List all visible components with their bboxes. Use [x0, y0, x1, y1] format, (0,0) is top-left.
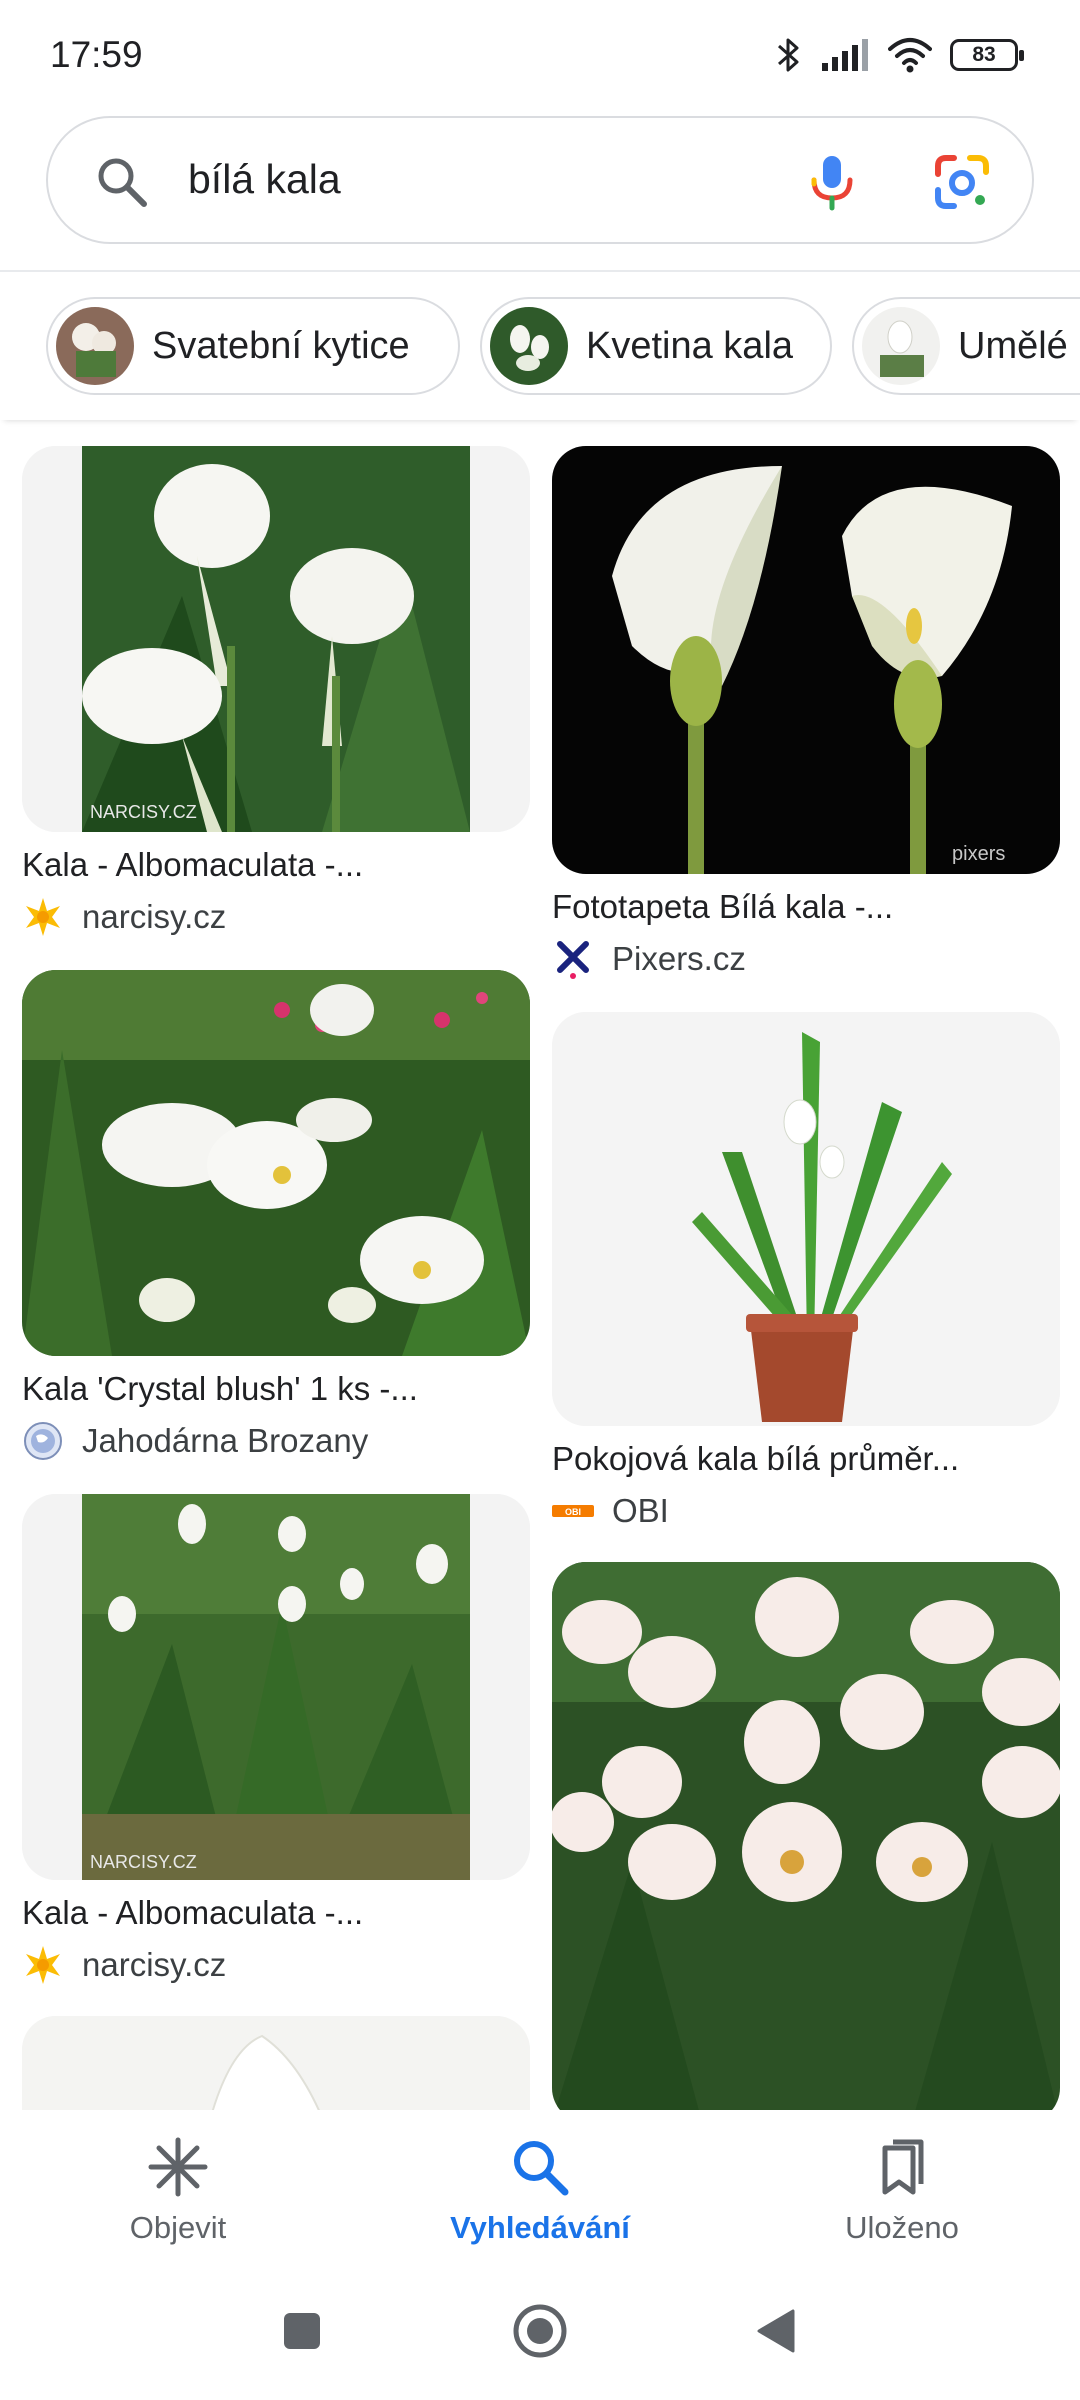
- result-image[interactable]: [552, 1562, 1060, 2110]
- discover-asterisk-icon: [148, 2137, 208, 2197]
- search-icon: [514, 2141, 569, 2196]
- bluetooth-icon: [778, 38, 799, 72]
- obi-favicon-icon: OBI: [552, 1490, 594, 1532]
- result-image[interactable]: NARCISY.CZ: [22, 446, 530, 832]
- related-searches-chips: Svatební kytice Kvetina kala Umělé l: [0, 290, 1080, 420]
- result-source-name: Jahodárna Brozany: [82, 1422, 369, 1459]
- result-image[interactable]: [22, 970, 530, 1356]
- globe-favicon-icon: [22, 1420, 64, 1462]
- result-image[interactable]: [552, 1012, 1060, 1426]
- google-lens-icon[interactable]: [930, 150, 994, 214]
- result-source[interactable]: Pixers.cz: [552, 938, 1060, 980]
- image-results-grid: NARCISY.CZ Kala - Albomaculata -... narc…: [0, 430, 1080, 2110]
- nav-label: Uloženo: [845, 2210, 959, 2245]
- watermark-text: pixers: [952, 843, 1005, 865]
- search-bar[interactable]: bílá kala: [46, 116, 1034, 244]
- status-icons: 83: [776, 30, 1024, 80]
- result-source[interactable]: narcisy.cz: [22, 1944, 530, 1986]
- result-source[interactable]: Jahodárna Brozany: [22, 1420, 530, 1462]
- search-icon[interactable]: [94, 154, 150, 210]
- chip-kvetina-kala[interactable]: Kvetina kala: [480, 297, 832, 395]
- chip-thumbnail: [862, 307, 940, 385]
- result-card[interactable]: pixers Fototapeta Bílá kala -... Pixers.…: [552, 446, 1060, 980]
- result-source-name: narcisy.cz: [82, 1946, 227, 1983]
- bottom-navigation: Objevit Vyhledávání Uloženo: [0, 2112, 1080, 2270]
- result-title[interactable]: Fototapeta Bílá kala -...: [552, 888, 1060, 926]
- result-card[interactable]: [22, 2016, 530, 2110]
- nav-ulozeno[interactable]: Uloženo: [752, 2134, 1052, 2246]
- battery-level: 83: [972, 43, 996, 66]
- result-card[interactable]: NARCISY.CZ Kala - Albomaculata -... narc…: [22, 446, 530, 938]
- signal-icon: [822, 39, 868, 71]
- saved-bookmarks-icon: [882, 2139, 924, 2195]
- chip-thumbnail: [56, 307, 134, 385]
- nav-label: Objevit: [129, 2210, 227, 2245]
- result-image[interactable]: [22, 2016, 530, 2110]
- home-button[interactable]: [505, 2296, 575, 2366]
- system-navigation-bar: [0, 2270, 1080, 2400]
- chip-label: Umělé l: [958, 324, 1080, 367]
- chip-label: Svatební kytice: [152, 324, 410, 367]
- result-image[interactable]: pixers: [552, 446, 1060, 874]
- result-card[interactable]: Kala 'Crystal blush' 1 ks -... Jahodárna…: [22, 970, 530, 1462]
- result-source-name: Pixers.cz: [612, 940, 746, 977]
- home-circle-icon: [513, 2304, 567, 2358]
- result-source[interactable]: OBI OBI: [552, 1490, 1060, 1532]
- chip-umele[interactable]: Umělé l: [852, 297, 1080, 395]
- status-time: 17:59: [50, 34, 143, 75]
- obi-logo-text: OBI: [565, 1507, 581, 1517]
- chip-svatebni-kytice[interactable]: Svatební kytice: [46, 297, 460, 395]
- narcisy-favicon-icon: [22, 1944, 64, 1986]
- result-title[interactable]: Pokojová kala bílá průměr...: [552, 1440, 1060, 1478]
- nav-objevit[interactable]: Objevit: [28, 2134, 328, 2246]
- chip-thumbnail: [490, 307, 568, 385]
- wifi-icon: [888, 38, 932, 73]
- result-card[interactable]: Pokojová kala bílá průměr... OBI OBI: [552, 1012, 1060, 1532]
- watermark-text: NARCISY.CZ: [90, 1852, 197, 1872]
- watermark-text: NARCISY.CZ: [90, 802, 197, 822]
- pixers-favicon-icon: [552, 938, 594, 980]
- result-card[interactable]: [552, 1562, 1060, 2110]
- nav-label: Vyhledávání: [450, 2210, 630, 2245]
- back-button[interactable]: [740, 2296, 810, 2366]
- result-title[interactable]: Kala 'Crystal blush' 1 ks -...: [22, 1370, 530, 1408]
- result-source[interactable]: narcisy.cz: [22, 896, 530, 938]
- battery-indicator: 83: [950, 39, 1024, 71]
- result-card[interactable]: NARCISY.CZ Kala - Albomaculata -... narc…: [22, 1494, 530, 1986]
- result-image[interactable]: NARCISY.CZ: [22, 1494, 530, 1880]
- result-title[interactable]: Kala - Albomaculata -...: [22, 846, 530, 884]
- result-source-name: narcisy.cz: [82, 898, 227, 935]
- status-bar: 17:59 83: [0, 0, 1080, 110]
- nav-vyhledavani[interactable]: Vyhledávání: [390, 2134, 690, 2246]
- microphone-icon[interactable]: [800, 150, 864, 214]
- result-source-name: OBI: [612, 1492, 669, 1529]
- recent-apps-button[interactable]: [267, 2296, 337, 2366]
- back-triangle-icon: [757, 2309, 795, 2353]
- result-title[interactable]: Kala - Albomaculata -...: [22, 1894, 530, 1932]
- chip-label: Kvetina kala: [586, 324, 794, 367]
- narcisy-favicon-icon: [22, 896, 64, 938]
- header-divider: [0, 270, 1080, 272]
- search-input[interactable]: bílá kala: [188, 156, 341, 203]
- square-icon: [284, 2313, 320, 2349]
